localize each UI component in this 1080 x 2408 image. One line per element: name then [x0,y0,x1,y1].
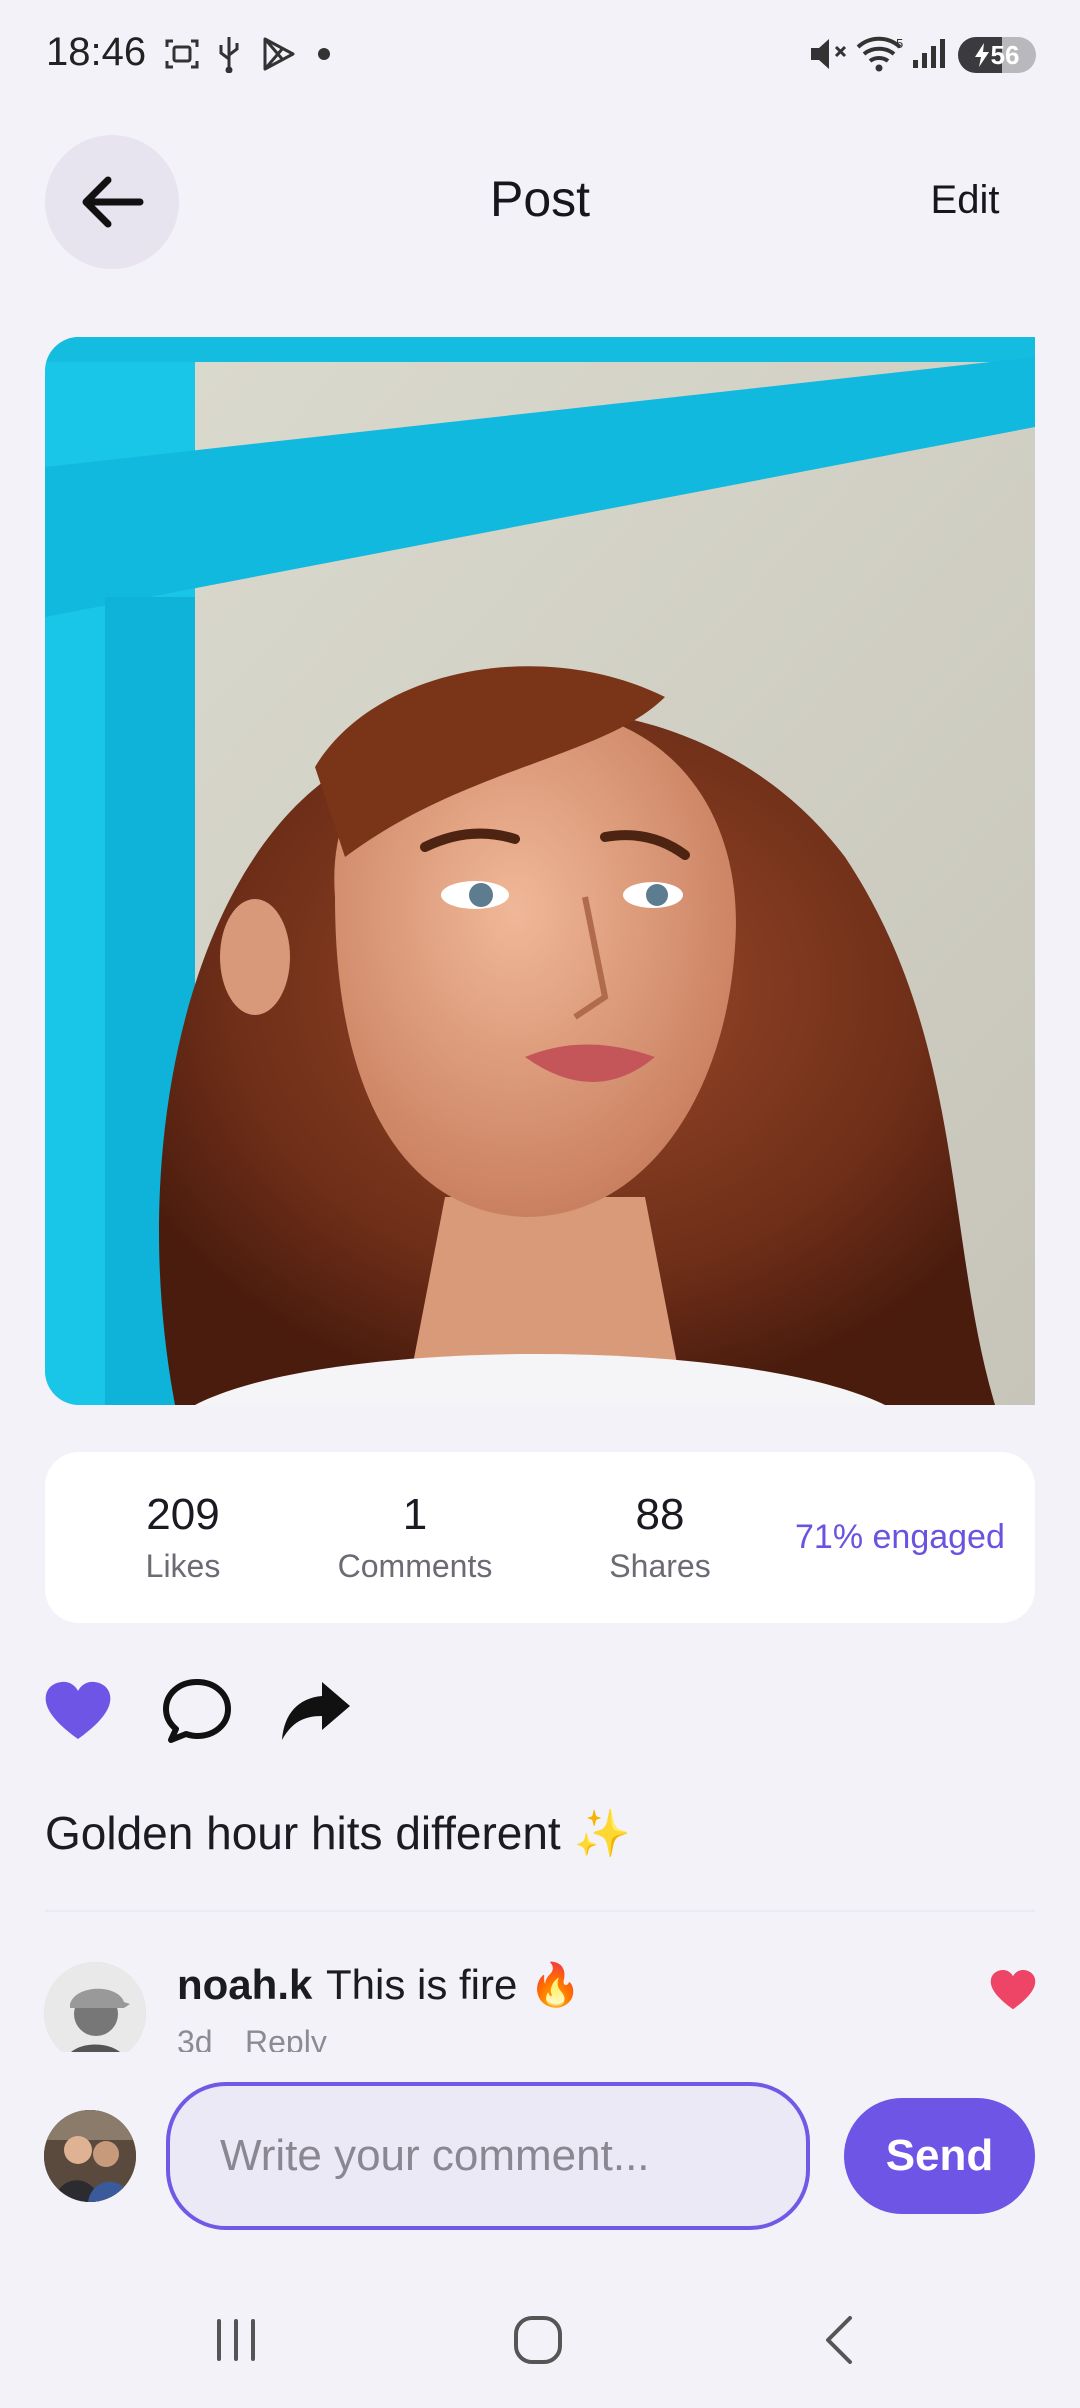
battery-indicator: 56 [958,37,1036,73]
screenshot-icon [160,34,204,74]
likes-stat[interactable]: 209 Likes [113,1490,253,1585]
status-time: 18:46 [46,30,147,74]
comment-list: noah.k This is fire 🔥 3d Reply [0,1912,1080,2052]
comment-input-box[interactable] [166,2082,810,2230]
post-caption: Golden hour hits different ✨ [45,1807,631,1859]
battery-level: 56 [990,39,1020,70]
svg-text:5: 5 [896,36,903,51]
share-button[interactable] [275,1676,355,1746]
system-back-button[interactable] [790,2310,890,2370]
likes-count: 209 [146,1490,220,1539]
edit-button[interactable]: Edit [900,178,1030,223]
shares-stat[interactable]: 88 Shares [590,1490,730,1585]
comment-like-button[interactable] [985,1962,1041,2018]
dot-icon [314,34,334,74]
recents-button[interactable] [186,2310,286,2370]
usb-icon [214,34,244,74]
post-photo[interactable] [45,337,1035,1405]
shares-label: Shares [609,1548,711,1584]
heart-icon [990,1969,1036,2010]
recents-icon [217,2319,255,2361]
likes-label: Likes [145,1548,221,1584]
signal-icon [910,34,950,74]
comment-text: This is fire 🔥 [326,1961,582,2008]
like-button[interactable] [38,1676,118,1746]
home-icon [514,2316,562,2364]
comment-icon [163,1679,231,1743]
heart-icon [45,1681,111,1739]
send-button[interactable]: Send [844,2098,1035,2214]
home-button[interactable] [488,2310,588,2370]
stats-card: 209 Likes 1 Comments 88 Shares 71% engag… [45,1452,1035,1623]
my-avatar [44,2110,136,2202]
charging-icon [974,43,989,67]
share-icon [282,1682,350,1740]
comments-count: 1 [402,1490,428,1539]
back-icon [826,2316,852,2364]
commenter-avatar[interactable] [44,1962,146,2052]
mute-icon [806,34,850,74]
wifi-icon: 5 [855,34,907,74]
status-bar: 18:46 5 56 [0,0,1080,110]
comment-username[interactable]: noah.k [177,1961,312,2009]
reply-button[interactable]: Reply [245,2024,327,2052]
comments-stat[interactable]: 1 Comments [330,1490,500,1585]
comment-button[interactable] [157,1676,237,1746]
comment-input[interactable] [170,2086,806,2226]
engagement-rate: 71% engaged [795,1518,1005,1556]
play-store-icon [256,34,300,74]
shares-count: 88 [635,1490,685,1539]
comments-label: Comments [337,1548,493,1584]
comment-item: noah.k This is fire 🔥 3d Reply [0,1912,1080,2052]
comment-time: 3d [177,2024,213,2052]
